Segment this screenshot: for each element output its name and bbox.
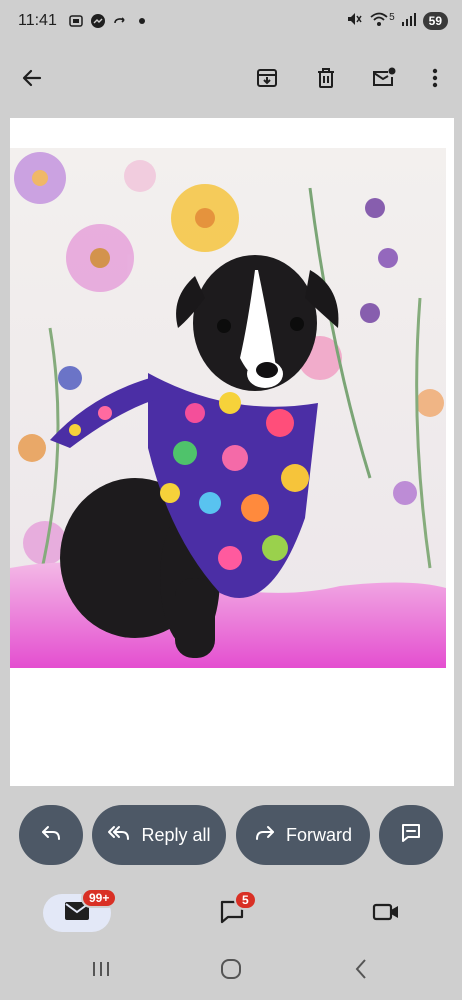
reply-button[interactable] xyxy=(19,805,83,865)
call-forward-icon xyxy=(111,12,129,30)
signal-icon xyxy=(401,11,417,31)
reply-icon xyxy=(40,823,62,848)
network-type: 5 xyxy=(389,11,395,23)
reply-actions: Reply all Forward xyxy=(0,805,462,867)
chat-bubble-icon xyxy=(400,822,422,849)
chevron-left-icon xyxy=(354,958,368,985)
nav-chat-tab[interactable]: 5 xyxy=(212,890,257,932)
forward-icon xyxy=(254,823,276,848)
forward-label: Forward xyxy=(285,824,352,845)
back-arrow-icon xyxy=(20,66,44,95)
status-time: 11:41 xyxy=(18,12,57,29)
more-vert-icon xyxy=(431,66,439,95)
top-app-bar xyxy=(0,50,462,110)
dot-icon xyxy=(133,12,151,30)
mark-unread-icon xyxy=(371,66,397,95)
reply-all-label: Reply all xyxy=(141,824,211,845)
wifi-icon xyxy=(369,10,389,32)
reply-in-chat-button[interactable] xyxy=(379,805,443,865)
screenshot-icon xyxy=(67,12,85,30)
messenger-icon xyxy=(89,12,107,30)
chat-badge: 5 xyxy=(234,890,257,910)
reply-all-button[interactable]: Reply all xyxy=(92,805,226,865)
mark-unread-button[interactable] xyxy=(364,60,404,100)
archive-icon xyxy=(255,66,279,95)
recents-button[interactable] xyxy=(86,958,116,984)
email-content xyxy=(10,118,454,786)
mail-badge: 99+ xyxy=(81,888,118,908)
more-options-button[interactable] xyxy=(415,60,455,100)
archive-button[interactable] xyxy=(247,60,287,100)
home-icon xyxy=(220,958,242,985)
status-bar: 11:41 5 59 xyxy=(0,0,462,42)
system-back-button[interactable] xyxy=(346,958,376,984)
home-button[interactable] xyxy=(216,958,246,984)
bottom-navigation: 99+ 5 xyxy=(0,886,462,948)
reply-all-icon xyxy=(107,823,131,848)
back-button[interactable] xyxy=(12,60,52,100)
delete-icon xyxy=(314,66,338,95)
mute-icon xyxy=(345,10,363,32)
system-navigation xyxy=(0,950,462,992)
status-right: 5 59 xyxy=(345,10,448,32)
nav-meet-tab[interactable] xyxy=(366,896,406,932)
video-camera-icon xyxy=(372,901,400,928)
forward-button[interactable]: Forward xyxy=(236,805,370,865)
recents-icon xyxy=(90,960,112,983)
delete-button[interactable] xyxy=(306,60,346,100)
battery-level: 59 xyxy=(422,12,448,30)
puppy-photo xyxy=(10,148,446,668)
nav-mail-tab[interactable]: 99+ xyxy=(43,888,118,932)
